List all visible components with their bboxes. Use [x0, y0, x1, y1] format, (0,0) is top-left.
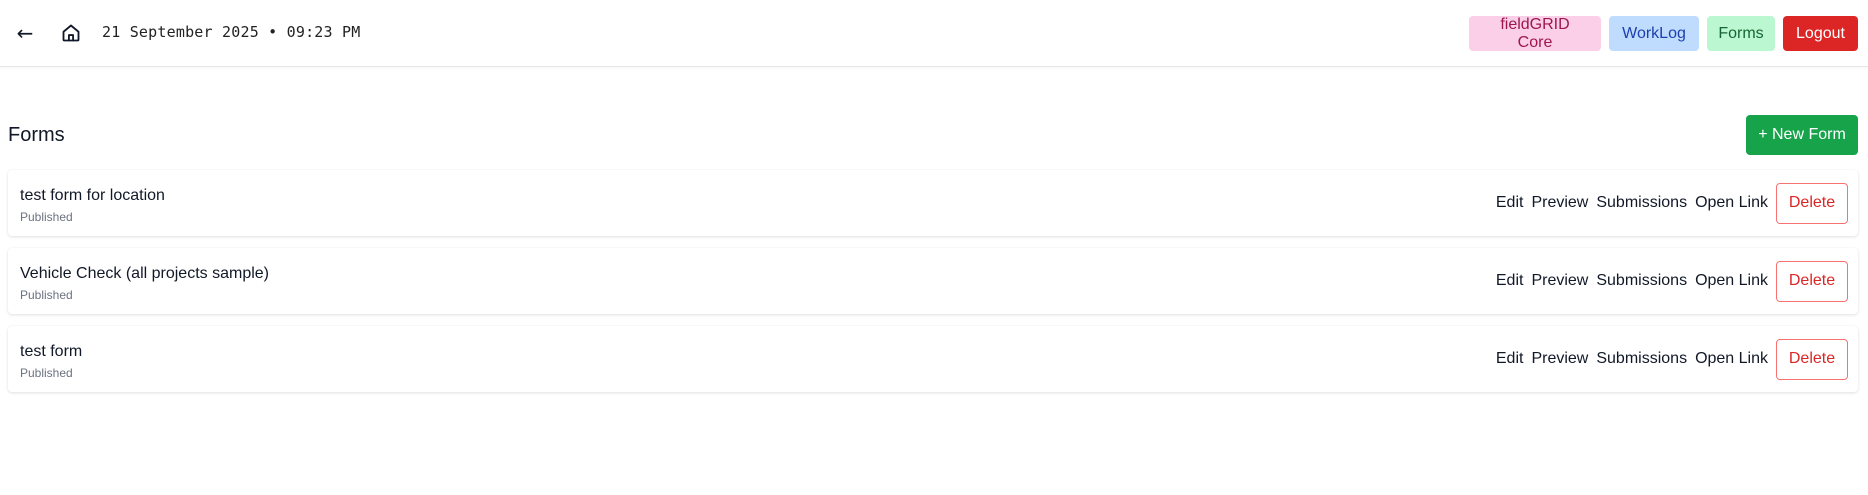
form-card: test form for location Published Edit Pr… [8, 170, 1858, 236]
nav-forms-button[interactable]: Forms [1707, 16, 1775, 51]
open-link[interactable]: Open Link [1695, 272, 1768, 290]
forms-list: test form for location Published Edit Pr… [8, 170, 1858, 404]
delete-button[interactable]: Delete [1776, 260, 1848, 302]
nav-fieldgrid-core-button[interactable]: fieldGRID Core [1469, 16, 1601, 51]
edit-link[interactable]: Edit [1496, 272, 1524, 290]
form-name: Vehicle Check (all projects sample) [20, 265, 269, 282]
submissions-link[interactable]: Submissions [1596, 272, 1687, 290]
open-link[interactable]: Open Link [1695, 194, 1768, 212]
form-actions: Edit Preview Submissions Open Link Delet… [1496, 260, 1848, 302]
form-card: test form Published Edit Preview Submiss… [8, 326, 1858, 392]
current-datetime: 21 September 2025 • 09:23 PM [102, 23, 361, 41]
preview-link[interactable]: Preview [1531, 350, 1588, 368]
delete-button[interactable]: Delete [1776, 338, 1848, 380]
home-icon[interactable] [58, 20, 84, 46]
form-name: test form for location [20, 187, 165, 204]
form-card: Vehicle Check (all projects sample) Publ… [8, 248, 1858, 314]
top-nav: fieldGRID Core WorkLog Forms Logout [1469, 16, 1858, 51]
page-title: Forms [8, 124, 65, 146]
logout-button[interactable]: Logout [1783, 16, 1858, 51]
form-status: Published [20, 366, 73, 380]
back-arrow-icon[interactable]: ← [12, 20, 38, 46]
form-actions: Edit Preview Submissions Open Link Delet… [1496, 182, 1848, 224]
form-status: Published [20, 210, 73, 224]
edit-link[interactable]: Edit [1496, 350, 1524, 368]
form-status: Published [20, 288, 73, 302]
preview-link[interactable]: Preview [1531, 272, 1588, 290]
new-form-button[interactable]: + New Form [1746, 115, 1858, 155]
submissions-link[interactable]: Submissions [1596, 194, 1687, 212]
delete-button[interactable]: Delete [1776, 182, 1848, 224]
form-name: test form [20, 343, 83, 360]
submissions-link[interactable]: Submissions [1596, 350, 1687, 368]
edit-link[interactable]: Edit [1496, 194, 1524, 212]
top-bar: ← 21 September 2025 • 09:23 PM fieldGRID… [0, 0, 1868, 67]
open-link[interactable]: Open Link [1695, 350, 1768, 368]
nav-worklog-button[interactable]: WorkLog [1609, 16, 1699, 51]
form-actions: Edit Preview Submissions Open Link Delet… [1496, 338, 1848, 380]
preview-link[interactable]: Preview [1531, 194, 1588, 212]
